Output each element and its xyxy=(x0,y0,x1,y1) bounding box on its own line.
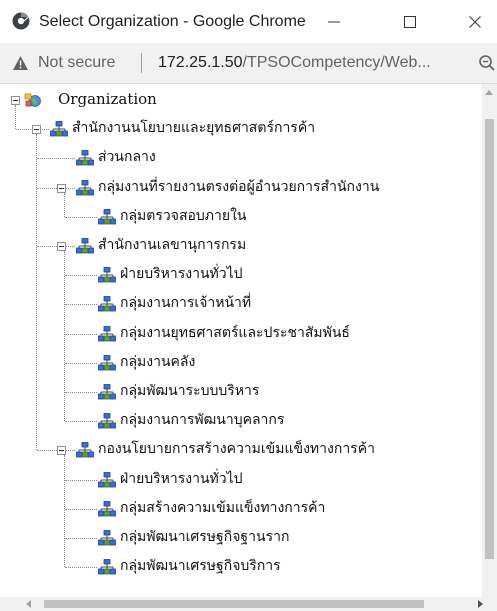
tree-node-label[interactable]: ฝ่ายบริหารงานทั่วไป xyxy=(120,265,243,283)
collapse-icon[interactable] xyxy=(32,125,41,135)
org-unit-icon xyxy=(76,150,94,166)
org-unit-icon xyxy=(50,121,68,137)
collapse-icon[interactable] xyxy=(57,242,66,251)
tree-branch-line xyxy=(65,567,97,569)
tree-node-label[interactable]: กลุ่มงานการพัฒนาบุคลากร xyxy=(120,411,284,429)
maximize-button[interactable] xyxy=(388,0,432,43)
horizontal-scrollbar[interactable] xyxy=(0,597,497,611)
tree-node-label[interactable]: กลุ่มพัฒนาเศรษฐกิจฐานราก xyxy=(120,528,289,546)
scroll-left-arrow-icon[interactable] xyxy=(26,600,31,608)
tree-node-label[interactable]: Organization xyxy=(58,90,157,108)
url-text[interactable]: 172.25.1.50/TPSOCompetency/Web... xyxy=(158,43,431,83)
security-status[interactable]: Not secure xyxy=(38,43,115,83)
tree-node-label[interactable]: กลุ่มพัฒนาเศรษฐกิจบริการ xyxy=(120,557,281,575)
address-separator xyxy=(141,53,142,73)
tree-branch-line xyxy=(65,304,97,306)
organization-globe-icon xyxy=(24,93,41,107)
tree-branch-line xyxy=(37,246,75,247)
horizontal-scroll-thumb[interactable] xyxy=(44,600,424,608)
scroll-up-arrow-icon[interactable] xyxy=(485,90,493,95)
org-unit-icon xyxy=(98,384,116,400)
org-unit-icon xyxy=(76,238,94,254)
org-unit-icon xyxy=(98,413,116,429)
window-title: Select Organization - Google Chrome xyxy=(39,13,306,30)
warning-icon[interactable] xyxy=(12,55,29,71)
tree-node-label[interactable]: ส่วนกลาง xyxy=(98,148,156,166)
vertical-scrollbar[interactable] xyxy=(482,84,497,597)
close-icon xyxy=(469,15,481,28)
tree-node-label[interactable]: กลุ่มสร้างความเข้มแข็งทางการค้า xyxy=(120,499,325,517)
tree-node-label[interactable]: กลุ่มงานยุทธศาสตร์และประชาสัมพันธ์ xyxy=(120,324,350,342)
collapse-icon[interactable] xyxy=(57,446,66,456)
org-unit-icon xyxy=(98,325,116,341)
tree-branch-line xyxy=(65,392,97,393)
minimize-button[interactable] xyxy=(312,0,356,43)
tree-connector-line xyxy=(64,455,65,568)
tree-node-label[interactable]: ฝ่ายบริหารงานทั่วไป xyxy=(120,470,243,488)
zoom-icon[interactable] xyxy=(478,54,496,72)
url-path: /TPSOCompetency/Web... xyxy=(242,54,431,71)
tree-branch-line xyxy=(65,421,97,423)
tree-branch-line xyxy=(65,333,97,335)
vertical-scroll-thumb[interactable] xyxy=(485,119,494,559)
tree-node-label[interactable]: กลุ่มงานคลัง xyxy=(120,353,195,371)
collapse-icon[interactable] xyxy=(57,183,66,193)
org-unit-icon xyxy=(76,442,94,458)
org-unit-icon xyxy=(98,500,116,517)
tree-branch-line xyxy=(65,362,97,364)
tree-branch-line xyxy=(65,479,97,481)
tree-node-label[interactable]: สำนักงานเลขานุการกรม xyxy=(98,236,246,254)
org-unit-icon xyxy=(98,296,116,312)
tree-connector-line xyxy=(36,134,37,451)
tree-node-label[interactable]: กลุ่มตรวจสอบภายใน xyxy=(120,207,247,225)
scroll-right-arrow-icon[interactable] xyxy=(478,600,483,608)
tree-connector-line xyxy=(15,105,16,130)
close-button[interactable] xyxy=(453,0,497,43)
tree-connector-line xyxy=(64,251,65,422)
org-unit-icon xyxy=(76,179,94,195)
url-host: 172.25.1.50 xyxy=(158,54,243,71)
tree-branch-line xyxy=(65,538,97,539)
tree-node-label[interactable]: สำนักงานนโยบายและยุทธศาสตร์การค้า xyxy=(72,119,315,137)
tree-branch-line xyxy=(65,275,97,277)
org-unit-icon xyxy=(98,559,116,575)
tree-node-label[interactable]: กลุ่มพัฒนาระบบบริหาร xyxy=(120,382,259,400)
tree-branch-line xyxy=(37,450,75,452)
organization-tree: Organization สำนักงานนโยบายและยุทธศาสตร์ก… xyxy=(0,84,497,597)
address-bar[interactable]: Not secure 172.25.1.50/TPSOCompetency/We… xyxy=(0,43,497,84)
tree-node-label[interactable]: กองนโยบายการสร้างความเข้มแข็งทางการค้า xyxy=(98,440,375,458)
org-unit-icon xyxy=(98,267,116,283)
maximize-icon xyxy=(404,15,416,28)
tree-connector-line xyxy=(64,192,65,217)
tree-branch-line xyxy=(65,508,97,510)
browser-app-icon xyxy=(12,12,30,30)
minimize-icon xyxy=(328,21,340,22)
root-expander-icon[interactable] xyxy=(11,96,20,105)
org-unit-icon xyxy=(98,530,116,546)
tree-node-label[interactable]: กลุ่มงานการเจ้าหน้าที่ xyxy=(120,294,251,312)
tree-branch-line xyxy=(65,216,97,218)
org-unit-icon xyxy=(98,208,116,225)
org-unit-icon xyxy=(98,471,116,487)
window-titlebar: Select Organization - Google Chrome xyxy=(0,0,497,44)
tree-branch-line xyxy=(37,158,75,160)
tree-branch-line xyxy=(37,187,75,189)
org-unit-icon xyxy=(98,354,116,371)
tree-node-label[interactable]: กลุ่มงานที่รายงานตรงต่อผู้อำนวยการสำนักง… xyxy=(98,178,379,196)
